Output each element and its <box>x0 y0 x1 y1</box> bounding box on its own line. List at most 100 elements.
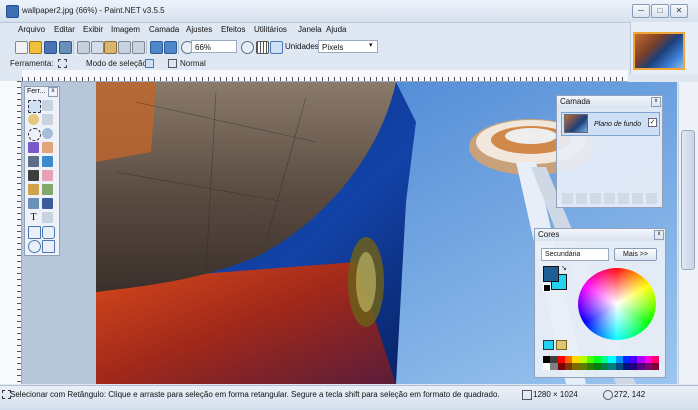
palette-swatch[interactable] <box>615 356 623 363</box>
zoom-in-icon[interactable] <box>241 41 254 54</box>
ruler-icon[interactable] <box>270 41 283 54</box>
palette-swatch[interactable] <box>622 356 630 363</box>
duplicate-layer-icon[interactable] <box>590 193 601 204</box>
move-layer-down-icon[interactable] <box>632 193 643 204</box>
palette-swatch[interactable] <box>586 363 594 370</box>
reset-colors-icon[interactable] <box>543 284 551 292</box>
clone-stamp-tool-icon[interactable] <box>28 198 39 209</box>
layer-properties-icon[interactable] <box>646 193 657 204</box>
palette-swatch[interactable] <box>593 363 601 370</box>
color-picker-tool-icon[interactable] <box>42 184 53 195</box>
image-thumbnail[interactable] <box>633 32 685 70</box>
move-selection-tool-icon[interactable] <box>42 114 53 125</box>
palette-swatch[interactable] <box>608 356 616 363</box>
zoom-tool-icon[interactable] <box>42 128 53 139</box>
blend-mode-icon[interactable] <box>168 59 177 68</box>
palette-swatch[interactable] <box>550 363 558 370</box>
palette-swatch[interactable] <box>615 363 623 370</box>
paste-icon[interactable] <box>104 41 117 54</box>
crop-icon[interactable] <box>118 41 131 54</box>
save-icon[interactable] <box>44 41 57 54</box>
text-tool-icon[interactable]: T <box>28 212 39 223</box>
palette-swatch[interactable] <box>543 363 551 370</box>
menu-exibir[interactable]: Exibir <box>83 25 103 34</box>
palette-swatch[interactable] <box>579 356 587 363</box>
palette-swatch[interactable] <box>593 356 601 363</box>
copy-icon[interactable] <box>91 41 104 54</box>
palette-swatch[interactable] <box>557 356 565 363</box>
selection-mode-icon[interactable] <box>145 59 154 68</box>
ellipse-tool-icon[interactable] <box>28 240 41 253</box>
close-icon[interactable]: x <box>654 230 664 240</box>
menu-imagem[interactable]: Imagem <box>111 25 140 34</box>
print-icon[interactable] <box>59 41 72 54</box>
palette-swatch[interactable] <box>572 363 580 370</box>
palette-swatch[interactable] <box>586 356 594 363</box>
zoom-combo[interactable]: 66% <box>191 40 237 53</box>
rounded-rectangle-tool-icon[interactable] <box>42 226 55 239</box>
palette-swatch[interactable] <box>564 356 572 363</box>
palette-swatch[interactable] <box>543 356 551 363</box>
rectangle-select-icon[interactable] <box>58 59 67 68</box>
deselect-icon[interactable] <box>132 41 145 54</box>
palette-swatch[interactable] <box>572 356 580 363</box>
blend-mode-select[interactable]: Normal <box>180 59 206 68</box>
pan-tool-icon[interactable] <box>42 142 53 153</box>
lasso-tool-icon[interactable] <box>28 114 39 125</box>
pencil-tool-icon[interactable] <box>28 184 39 195</box>
open-icon[interactable] <box>29 41 42 54</box>
color-palette[interactable] <box>543 356 659 370</box>
add-layer-icon[interactable] <box>562 193 573 204</box>
layer-visibility-checkbox[interactable]: ✓ <box>648 118 657 127</box>
move-layer-up-icon[interactable] <box>618 193 629 204</box>
menu-janela[interactable]: Janela <box>298 25 322 34</box>
palette-swatch[interactable] <box>550 356 558 363</box>
recolor-tool-icon[interactable] <box>42 198 53 209</box>
palette-swatch[interactable] <box>601 363 609 370</box>
grid-icon[interactable] <box>256 41 269 54</box>
palette-swatch[interactable] <box>637 356 645 363</box>
palette-swatch[interactable] <box>579 363 587 370</box>
primary-color-swatch[interactable] <box>543 266 559 282</box>
close-icon[interactable]: x <box>48 87 58 97</box>
palette-swatch[interactable] <box>644 363 652 370</box>
scrollbar-thumb[interactable] <box>681 130 695 270</box>
rectangle-tool-icon[interactable] <box>28 226 41 239</box>
eraser-tool-icon[interactable] <box>42 170 53 181</box>
palette-swatch[interactable] <box>601 356 609 363</box>
new-icon[interactable] <box>15 41 28 54</box>
menu-editar[interactable]: Editar <box>54 25 75 34</box>
menu-arquivo[interactable]: Arquivo <box>18 25 45 34</box>
paint-bucket-tool-icon[interactable] <box>28 156 39 167</box>
redo-icon[interactable] <box>164 41 177 54</box>
palette-swatch[interactable] <box>557 363 565 370</box>
close-icon[interactable]: x <box>651 97 661 107</box>
palette-swatch[interactable] <box>622 363 630 370</box>
palette-swatch[interactable] <box>637 363 645 370</box>
maximize-button[interactable]: □ <box>651 4 669 18</box>
rectangle-select-tool-icon[interactable] <box>28 100 41 113</box>
palette-swatch[interactable] <box>644 356 652 363</box>
swap-colors-icon[interactable]: ↘ <box>561 264 567 272</box>
menu-utilitarios[interactable]: Utilitários <box>254 25 287 34</box>
add-to-palette-icon[interactable] <box>543 340 554 350</box>
palette-swatch[interactable] <box>651 363 659 370</box>
color-target-select[interactable]: Secundária <box>541 248 609 261</box>
freeform-shape-tool-icon[interactable] <box>42 240 55 253</box>
ellipse-select-tool-icon[interactable] <box>28 128 41 141</box>
palette-swatch[interactable] <box>630 356 638 363</box>
menu-efeitos[interactable]: Efeitos <box>221 25 245 34</box>
palette-swatch[interactable] <box>564 363 572 370</box>
undo-icon[interactable] <box>150 41 163 54</box>
menu-camada[interactable]: Camada <box>149 25 179 34</box>
merge-layer-icon[interactable] <box>604 193 615 204</box>
menu-ajustes[interactable]: Ajustes <box>186 25 212 34</box>
menu-ajuda[interactable]: Ajuda <box>326 25 346 34</box>
palette-swatch[interactable] <box>651 356 659 363</box>
magic-wand-tool-icon[interactable] <box>28 142 39 153</box>
palette-swatch[interactable] <box>608 363 616 370</box>
paintbrush-tool-icon[interactable] <box>28 170 39 181</box>
line-curve-tool-icon[interactable] <box>42 212 53 223</box>
palette-menu-icon[interactable] <box>556 340 567 350</box>
cut-icon[interactable] <box>77 41 90 54</box>
